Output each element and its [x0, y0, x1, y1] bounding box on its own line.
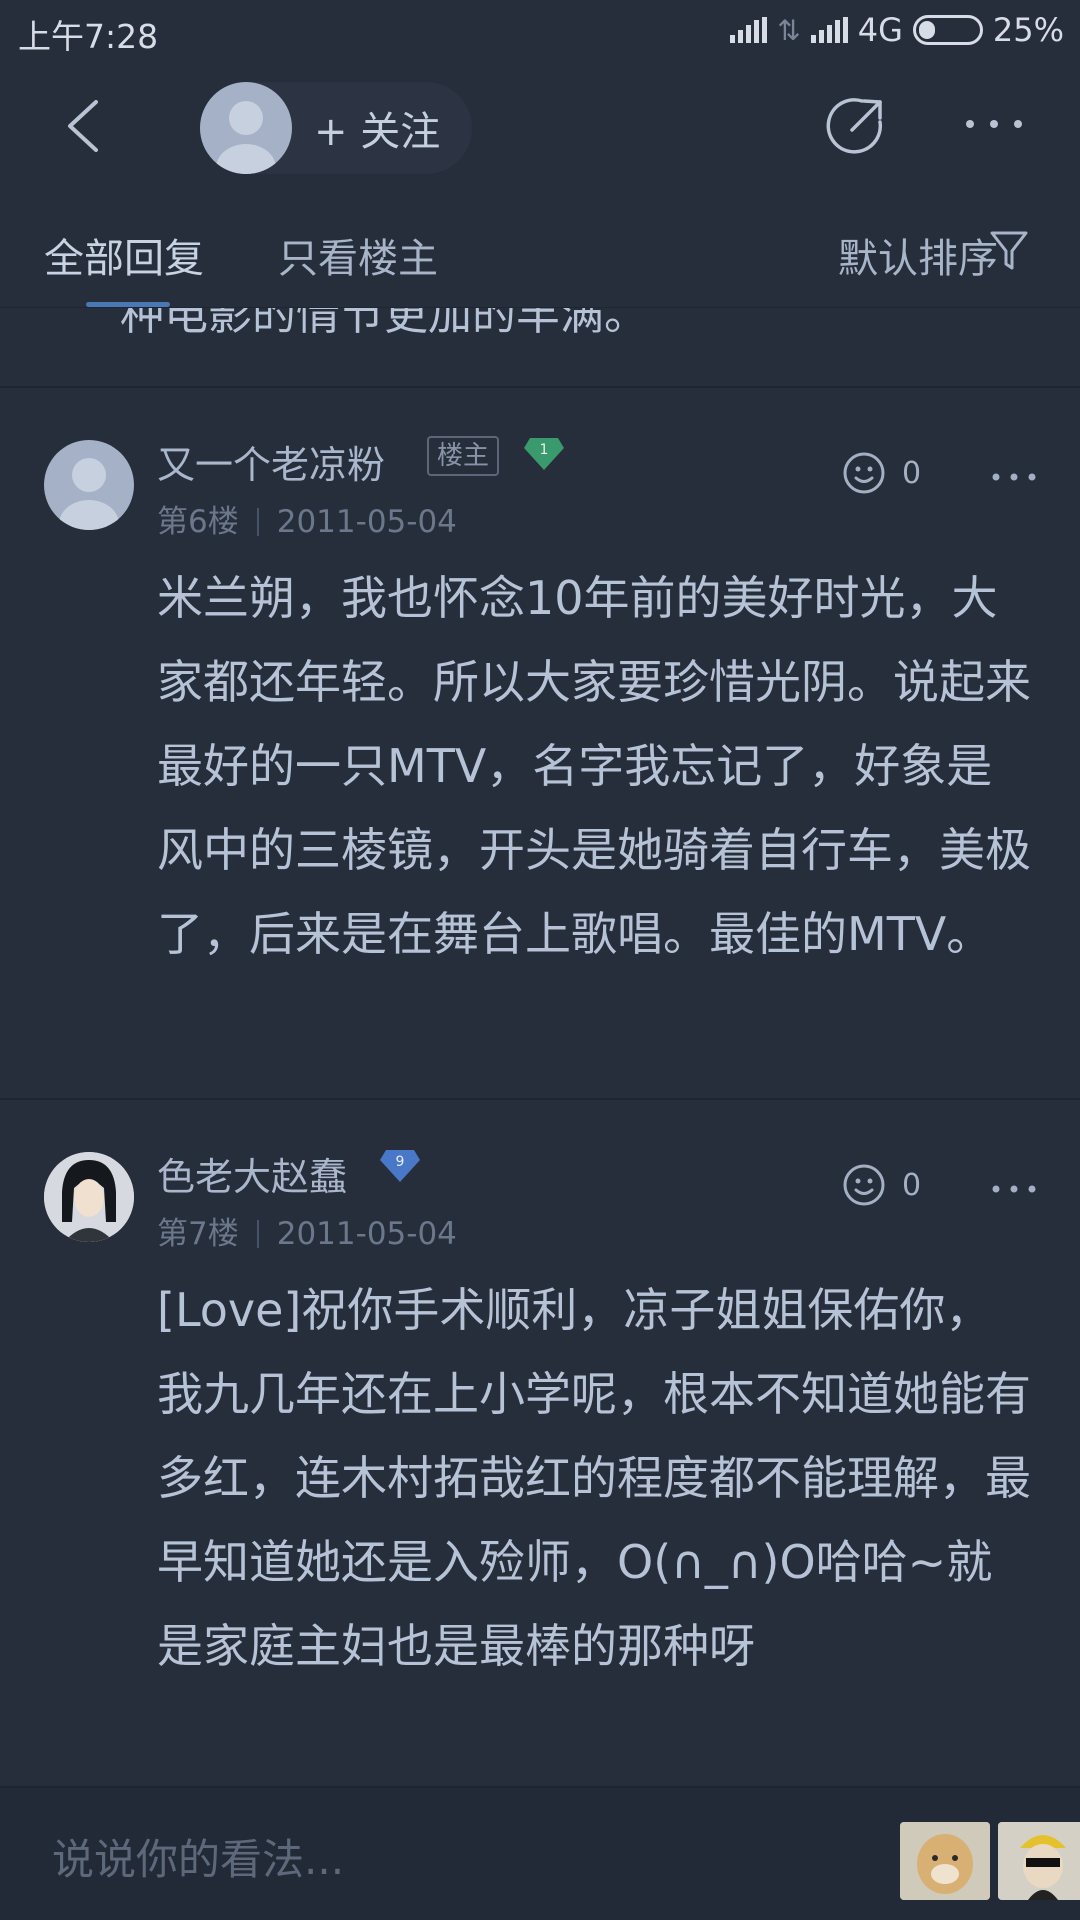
- level-badge-icon: 9: [380, 1150, 420, 1182]
- post-more-icon[interactable]: [990, 1182, 1038, 1196]
- share-icon[interactable]: [822, 92, 890, 160]
- floor-info: 第7楼 2011-05-04: [157, 1208, 457, 1253]
- filter-icon[interactable]: [988, 228, 1030, 274]
- reply-item: 又一个老凉粉 楼主 1 第6楼 2011-05-04 0 米兰朔，我也怀念10年前…: [0, 388, 1080, 1100]
- status-right: ⇅ 4G 25%: [730, 10, 1064, 50]
- like-face-icon: [843, 452, 885, 494]
- post-more-icon[interactable]: [990, 470, 1038, 484]
- floor-number: 第7楼: [157, 1216, 239, 1252]
- svg-text:1: 1: [540, 442, 549, 458]
- follow-label: + 关注: [314, 109, 441, 155]
- like-button[interactable]: 0: [840, 1160, 921, 1210]
- more-icon[interactable]: [962, 104, 1026, 144]
- reply-content: 米兰朔，我也怀念10年前的美好时光，大家都还年轻。所以大家要珍惜光阴。说起来最好…: [157, 571, 1031, 961]
- like-count: 0: [902, 455, 922, 491]
- username[interactable]: 又一个老凉粉: [157, 434, 385, 489]
- battery-icon: [912, 15, 983, 45]
- sort-dropdown[interactable]: 默认排序: [838, 226, 998, 284]
- sticker-worker-icon[interactable]: [998, 1822, 1080, 1900]
- signal-icon-2: [810, 17, 848, 43]
- top-nav: + 关注: [0, 62, 1080, 190]
- username[interactable]: 色老大赵蠢: [157, 1146, 347, 1201]
- status-time: 上午7:28: [18, 17, 159, 56]
- like-button[interactable]: 0: [840, 448, 921, 498]
- tab-all-replies[interactable]: 全部回复: [44, 226, 204, 284]
- svg-text:9: 9: [396, 1154, 405, 1170]
- tab-owner-only[interactable]: 只看楼主: [278, 226, 438, 284]
- divider: [256, 1220, 259, 1248]
- post-date: 2011-05-04: [276, 1216, 457, 1252]
- floor-info: 第6楼 2011-05-04: [157, 496, 457, 541]
- battery-level: 25%: [992, 11, 1064, 49]
- data-transfer-icon: ⇅: [777, 13, 801, 47]
- default-avatar-icon: [216, 101, 276, 174]
- previous-post-tail: 种电影的情节更加的丰满。: [0, 308, 1080, 388]
- screen: 上午7:28 ⇅ 4G 25% + 关注 全部回复 只看楼主 默认排序 种电影的…: [0, 0, 1080, 1920]
- floor-number: 第6楼: [157, 504, 239, 540]
- status-bar: 上午7:28 ⇅ 4G 25%: [0, 0, 1080, 62]
- like-count: 0: [902, 1167, 922, 1203]
- clipped-text: 种电影的情节更加的丰满。: [120, 308, 648, 340]
- level-badge-icon: 1: [524, 438, 564, 470]
- avatar[interactable]: [44, 1152, 134, 1242]
- signal-icon: [730, 17, 768, 43]
- follow-button[interactable]: + 关注: [200, 82, 472, 174]
- author-avatar: [200, 82, 292, 174]
- like-face-icon: [843, 1164, 885, 1206]
- avatar[interactable]: [44, 440, 134, 530]
- back-icon[interactable]: [58, 96, 118, 156]
- post-date: 2011-05-04: [276, 504, 457, 540]
- owner-tag: 楼主: [427, 436, 500, 476]
- network-type: 4G: [857, 11, 903, 49]
- divider: [256, 508, 259, 536]
- reply-content: [Love]祝你手术顺利，凉子姐姐保佑你，我九几年还在上小学呢，根本不知道她能有…: [157, 1283, 1031, 1673]
- reply-item: 色老大赵蠢 9 第7楼 2011-05-04 0 [Love]祝你手术顺利，凉子姐…: [0, 1100, 1080, 1786]
- comment-input-bar: 说说你的看法...: [0, 1786, 1080, 1920]
- user-photo-icon: [44, 1152, 134, 1242]
- active-tab-indicator: [86, 302, 170, 307]
- reply-tabs: 全部回复 只看楼主 默认排序: [0, 190, 1080, 308]
- sticker-dog-icon[interactable]: [900, 1822, 990, 1900]
- comment-input[interactable]: 说说你的看法...: [52, 1826, 344, 1887]
- default-avatar-icon: [59, 458, 119, 530]
